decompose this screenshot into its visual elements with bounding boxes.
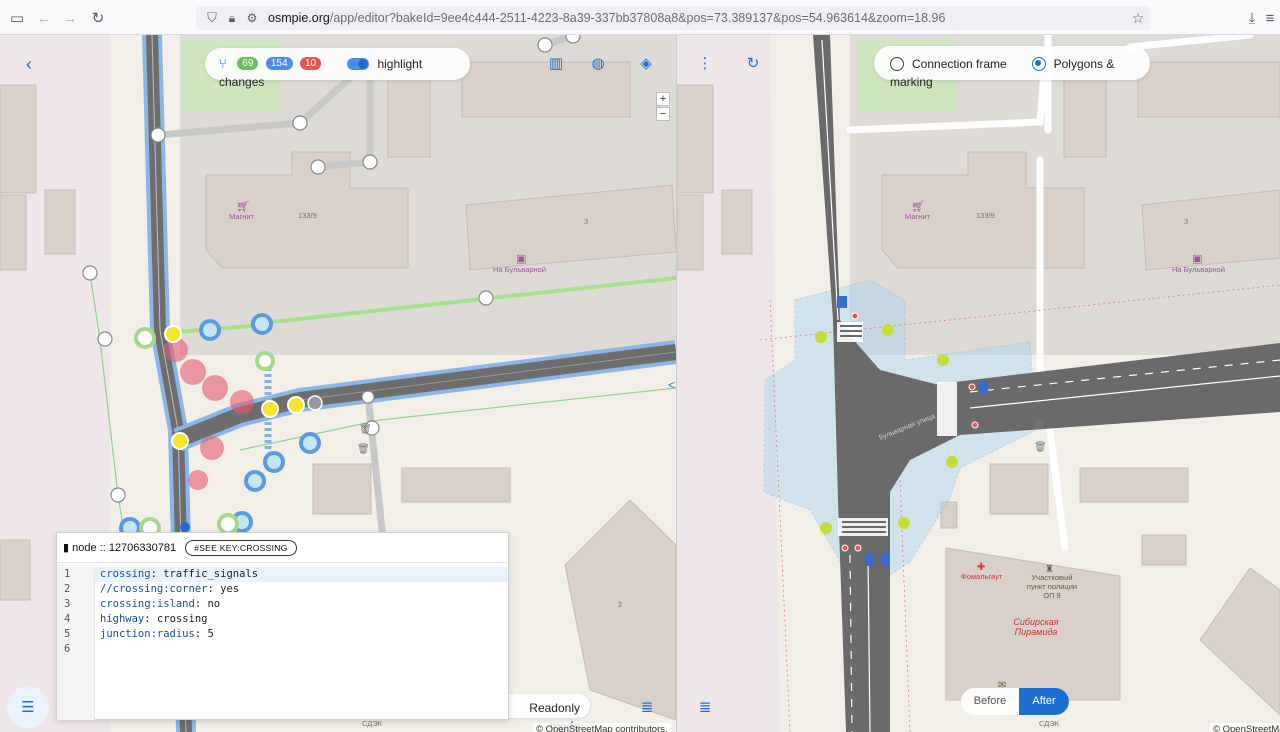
- line-number: 3: [64, 598, 71, 610]
- bookmark-star-icon[interactable]: ☆: [1128, 8, 1148, 28]
- code-line[interactable]: //crossing:corner: yes: [100, 583, 239, 595]
- right-map-canvas[interactable]: 🗑︎ 🗑︎ 🛒︎ ▣ ✚ ♜ ✉ Магнит 133/9 3 На Бульв…: [677, 35, 1280, 732]
- attribution[interactable]: © OpenStreetMap contributors.: [533, 723, 671, 732]
- map-label-shop: Магнит: [229, 212, 255, 221]
- downloads-icon[interactable]: ⤓: [1242, 8, 1262, 28]
- before-after-toggle: Before After: [961, 688, 1069, 715]
- map-label-shop-right: Магнит: [905, 212, 931, 221]
- map-label-police: Участковый пункт полиции ОП 9: [1026, 573, 1078, 600]
- render-mode-pill: Connection frame Polygons & marking: [874, 46, 1150, 89]
- editor-title: node :: 12706330781: [72, 542, 177, 554]
- tag-value: 5: [207, 628, 214, 640]
- attribution-right[interactable]: © OpenStreetMap: [1210, 723, 1280, 732]
- url-bar[interactable]: ⛉ 🔒︎ ⚙ osmpie.org/app/editor?bakeId=9ee4…: [196, 6, 1150, 30]
- editor-header: ▮ node :: 12706330781 #SEE KEY:CROSSING: [57, 533, 508, 563]
- map-label-pyramid: Сибирская Пирамида: [1013, 617, 1059, 637]
- map-label-building: 3: [584, 217, 588, 226]
- tag-value: crossing: [156, 613, 208, 625]
- list-view-icon-right[interactable]: ≣: [694, 696, 716, 718]
- deleted-count-badge: 10: [299, 57, 322, 71]
- sidebar-icon[interactable]: ▭: [7, 8, 27, 28]
- back-arrow-icon[interactable]: ‹: [18, 53, 40, 75]
- map-label-house: 133/9: [298, 211, 317, 220]
- tag-separator: :: [194, 598, 208, 610]
- layers-icon[interactable]: ◈: [635, 52, 657, 74]
- line-number: 6: [64, 643, 71, 655]
- after-button[interactable]: After: [1019, 688, 1069, 715]
- code-line[interactable]: crossing:island: no: [100, 598, 220, 610]
- map-label-station: На Бульварной: [493, 265, 546, 274]
- tag-value: no: [207, 598, 221, 610]
- tag-value: traffic_signals: [163, 568, 259, 580]
- map-label-pharmacy: Фомальгаут: [961, 572, 1003, 581]
- tag-editor[interactable]: ▮ node :: 12706330781 #SEE KEY:CROSSING …: [56, 532, 509, 720]
- connection-frame-option[interactable]: Connection frame: [890, 55, 1007, 72]
- connection-frame-radio[interactable]: [890, 56, 904, 71]
- refresh-icon[interactable]: ↻: [742, 52, 764, 74]
- tag-key: //crossing:corner: [100, 583, 208, 595]
- right-map-pane[interactable]: 🗑︎ 🗑︎ 🛒︎ ▣ ✚ ♜ ✉ Магнит 133/9 3 На Бульв…: [677, 35, 1280, 732]
- before-button[interactable]: Before: [961, 688, 1019, 715]
- zoom-out-button[interactable]: −: [656, 107, 670, 121]
- line-number: 1: [64, 568, 71, 580]
- map-label-building-2: 2: [618, 600, 622, 609]
- code-line[interactable]: highway: crossing: [100, 613, 208, 625]
- split-drag-handle[interactable]: <>: [660, 374, 676, 396]
- reload-icon[interactable]: ↻: [88, 8, 108, 28]
- menu-icon[interactable]: ≡: [1260, 8, 1280, 28]
- code-line[interactable]: junction:radius: 5: [100, 628, 214, 640]
- shield-icon[interactable]: ⛉: [202, 8, 222, 28]
- url-text: osmpie.org/app/editor?bakeId=9ee4c444-25…: [268, 11, 946, 25]
- globe-icon[interactable]: ◍: [587, 52, 609, 74]
- changes-pill: ⑂ 69 154 10 highlight changes: [205, 48, 470, 89]
- map-label-building-right: 3: [1184, 217, 1188, 226]
- tag-key: crossing:island: [100, 598, 195, 610]
- map-label-cdek-right: СДЭК: [1039, 719, 1060, 728]
- tag-separator: :: [207, 583, 221, 595]
- branch-icon: ⑂: [219, 56, 227, 72]
- line-number: 4: [64, 613, 71, 625]
- more-options-icon[interactable]: ⋮: [694, 52, 716, 74]
- map-label-cdek: СДЭК: [362, 719, 383, 728]
- line-gutter: 1 2 3 4 5 6: [57, 564, 95, 720]
- browser-toolbar: ▭ ← → ↻ ⛉ 🔒︎ ⚙ osmpie.org/app/editor?bak…: [0, 0, 1280, 35]
- added-count-badge: 69: [237, 57, 259, 71]
- tag-key: crossing: [100, 568, 151, 580]
- lock-icon[interactable]: 🔒︎: [222, 8, 242, 28]
- tag-key: highway: [100, 613, 145, 625]
- edit-list-icon[interactable]: ☰: [7, 686, 49, 728]
- tag-value: yes: [220, 583, 240, 595]
- tag-separator: :: [150, 568, 164, 580]
- map-pin-icon: ▮: [63, 542, 70, 554]
- zoom-in-button[interactable]: +: [656, 92, 670, 106]
- bus-stop-icon: ▣: [516, 253, 526, 265]
- map-label-house-right: 133/9: [976, 211, 995, 220]
- waste-bin-icon-2: 🗑︎: [357, 443, 370, 455]
- list-view-icon[interactable]: ≣: [636, 696, 658, 718]
- waste-bin-icon: 🗑︎: [359, 423, 372, 435]
- map-icon[interactable]: ▥: [545, 52, 567, 74]
- waste-bin-icon-right: 🗑︎: [1033, 419, 1046, 431]
- tag-key: junction:radius: [100, 628, 195, 640]
- code-area[interactable]: 1 2 3 4 5 6 crossing: traffic_signals //crossi…: [57, 564, 508, 720]
- modified-count-badge: 154: [265, 57, 293, 71]
- highlight-changes-toggle[interactable]: [347, 57, 370, 70]
- tag-separator: :: [194, 628, 208, 640]
- polygons-marking-radio[interactable]: [1031, 56, 1046, 71]
- back-icon[interactable]: ←: [34, 8, 54, 28]
- waste-bin-icon-right-2: 🗑︎: [1034, 441, 1047, 453]
- bus-stop-icon-right: ▣: [1192, 253, 1202, 265]
- map-label-station-right: На Бульварной: [1172, 265, 1225, 274]
- see-key-button[interactable]: #SEE KEY:CROSSING: [185, 540, 297, 556]
- line-number: 5: [64, 628, 71, 640]
- permissions-icon[interactable]: ⚙: [242, 8, 262, 28]
- code-line[interactable]: crossing: traffic_signals: [100, 568, 258, 580]
- tag-separator: :: [144, 613, 157, 625]
- forward-icon[interactable]: →: [60, 8, 80, 28]
- line-number: 2: [64, 583, 71, 595]
